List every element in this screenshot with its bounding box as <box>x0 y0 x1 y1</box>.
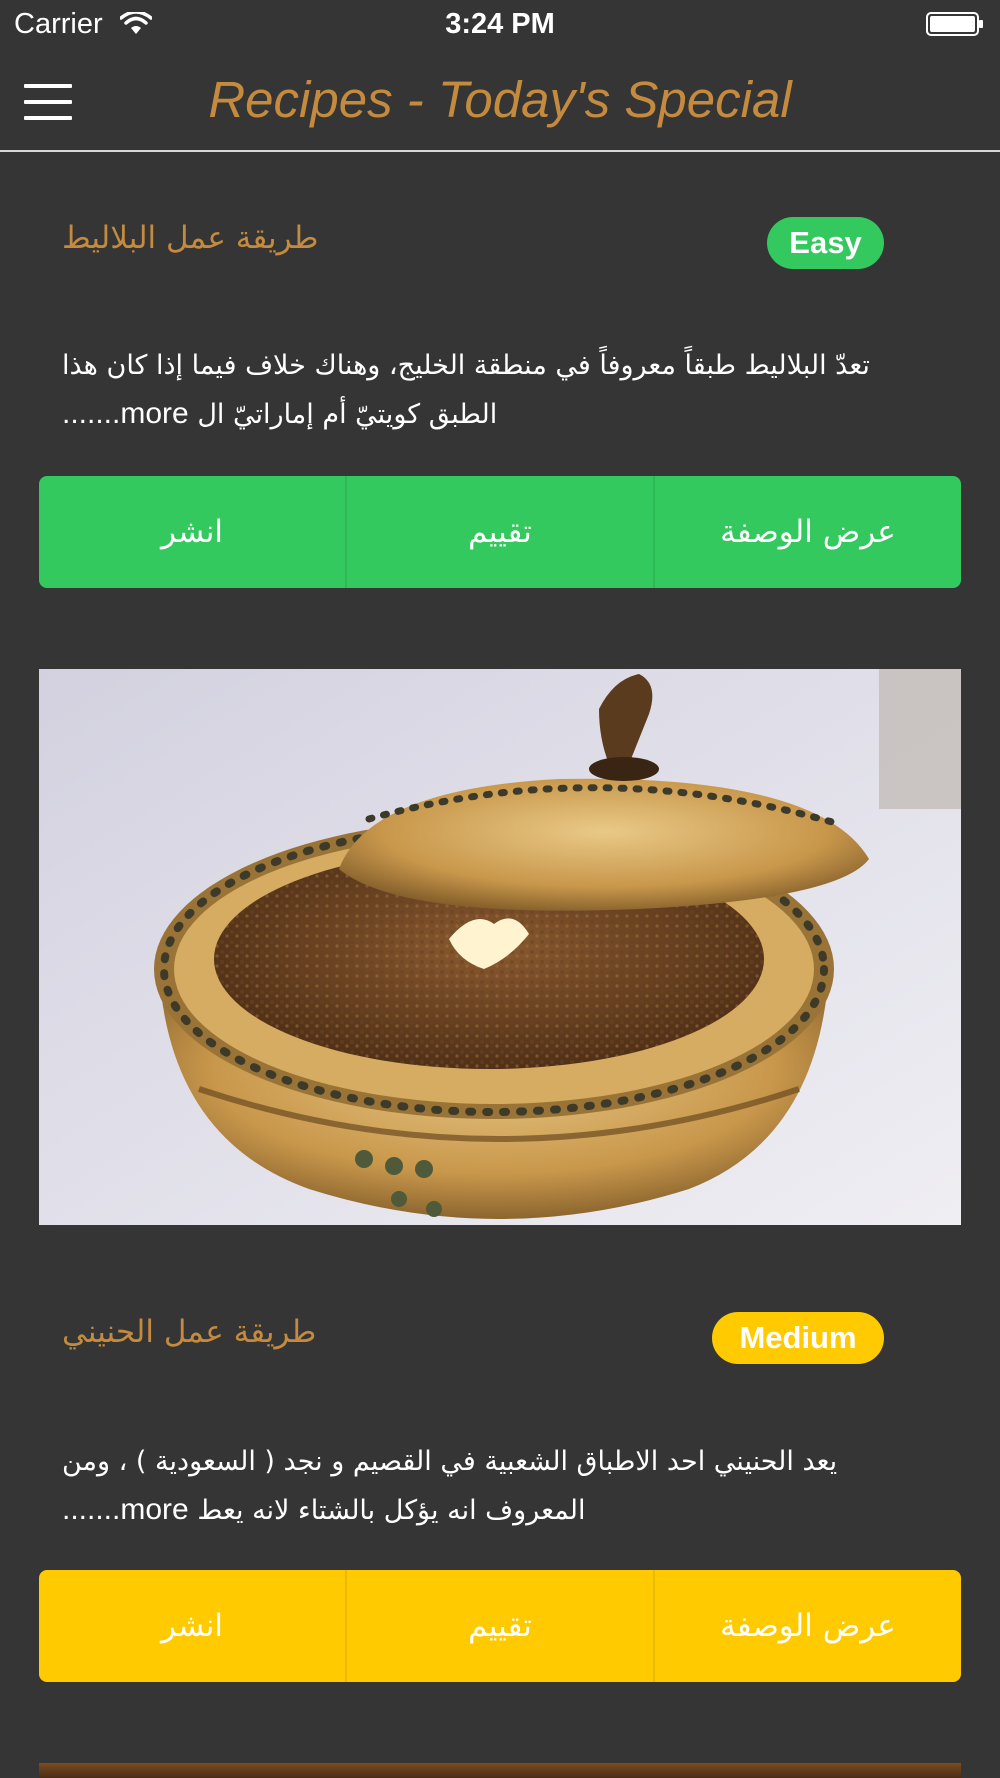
description-line-2-text: المعروف انه يؤكل بالشتاء لانه يعط <box>197 1495 586 1526</box>
description-line-1: يعد الحنيني احد الاطباق الشعبية في القصي… <box>62 1446 838 1477</box>
view-recipe-button[interactable]: عرض الوصفة <box>653 1570 961 1682</box>
description-line-1: تعدّ البلاليط طبقاً معروفاً في منطقة الخ… <box>62 350 870 381</box>
description-line-2: المعروف انه يؤكل بالشتاء لانه يعط more..… <box>62 1486 942 1535</box>
share-button[interactable]: انشر <box>39 476 345 588</box>
recipe-image[interactable] <box>39 669 961 1225</box>
view-recipe-button[interactable]: عرض الوصفة <box>653 476 961 588</box>
recipe-actions: انشر تقييم عرض الوصفة <box>39 1570 961 1682</box>
more-link[interactable]: more....... <box>62 397 189 430</box>
description-line-2: الطبق كويتيّ أم إماراتيّ ال more....... <box>62 390 942 439</box>
rate-button[interactable]: تقييم <box>345 1570 653 1682</box>
status-time: 3:24 PM <box>445 8 555 40</box>
recipe-actions: انشر تقييم عرض الوصفة <box>39 476 961 588</box>
share-button[interactable]: انشر <box>39 1570 345 1682</box>
status-bar: Carrier 3:24 PM <box>0 0 1000 50</box>
page-title: Recipes - Today's Special <box>208 71 792 128</box>
difficulty-badge: Medium <box>712 1312 884 1364</box>
rate-button[interactable]: تقييم <box>345 476 653 588</box>
recipe-image[interactable] <box>39 1763 961 1778</box>
navigation-bar: Recipes - Today's Special <box>0 50 1000 152</box>
battery-icon <box>926 12 983 36</box>
recipe-title[interactable]: طريقة عمل البلاليط <box>62 220 318 256</box>
recipe-description: يعد الحنيني احد الاطباق الشعبية في القصي… <box>62 1438 942 1535</box>
recipe-description: تعدّ البلاليط طبقاً معروفاً في منطقة الخ… <box>62 342 942 439</box>
description-line-2-text: الطبق كويتيّ أم إماراتيّ ال <box>197 399 498 430</box>
difficulty-badge: Easy <box>767 217 884 269</box>
recipe-title[interactable]: طريقة عمل الحنيني <box>62 1314 316 1350</box>
more-link[interactable]: more....... <box>62 1493 189 1526</box>
